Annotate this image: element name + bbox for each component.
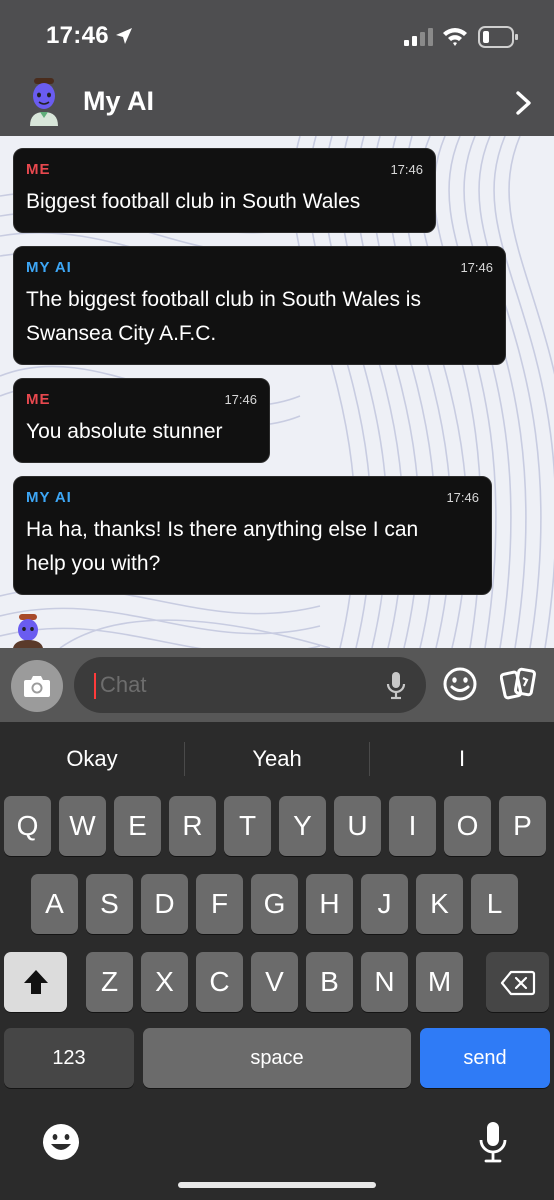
- message-sender: MY AI: [26, 259, 72, 276]
- key-p[interactable]: P: [499, 796, 546, 856]
- message-text: The biggest football club in South Wales…: [26, 283, 421, 351]
- battery-icon: [478, 26, 518, 48]
- emoji-keyboard-icon[interactable]: [41, 1122, 81, 1162]
- dictation-microphone-icon[interactable]: [478, 1120, 508, 1164]
- key-u[interactable]: U: [334, 796, 381, 856]
- message-time: 17:46: [446, 490, 479, 505]
- message-time: 17:46: [224, 392, 257, 407]
- message-line: help you with?: [26, 552, 161, 575]
- chevron-right-icon[interactable]: [512, 90, 534, 116]
- home-indicator[interactable]: [178, 1182, 376, 1188]
- key-f[interactable]: F: [196, 874, 243, 934]
- text-caret: [94, 673, 96, 699]
- key-t[interactable]: T: [224, 796, 271, 856]
- key-m[interactable]: M: [416, 952, 463, 1012]
- key-b[interactable]: B: [306, 952, 353, 1012]
- chat-input-bar: Chat: [0, 648, 554, 722]
- message-line: Biggest football club in South Wales: [26, 190, 361, 213]
- key-e[interactable]: E: [114, 796, 161, 856]
- key-o[interactable]: O: [444, 796, 491, 856]
- key-y[interactable]: Y: [279, 796, 326, 856]
- suggestion-1[interactable]: Okay: [0, 746, 184, 772]
- message-time: 17:46: [390, 162, 423, 177]
- location-arrow-icon: [116, 28, 132, 44]
- key-w[interactable]: W: [59, 796, 106, 856]
- space-key[interactable]: space: [143, 1028, 411, 1088]
- suggestion-3[interactable]: I: [370, 746, 554, 772]
- top-bar: 17:46 My AI: [0, 0, 554, 136]
- message-line: You absolute stunner: [26, 420, 223, 443]
- send-key[interactable]: send: [420, 1028, 550, 1088]
- key-c[interactable]: C: [196, 952, 243, 1012]
- backspace-icon: [500, 970, 536, 996]
- message-text: Biggest football club in South Wales: [26, 185, 360, 219]
- message-bubble[interactable]: MY AI 17:46 The biggest football club in…: [13, 246, 506, 365]
- keyboard: Okay Yeah I Q W E R T Y U I O P A S D F …: [0, 722, 554, 1200]
- delete-key[interactable]: [486, 952, 549, 1012]
- message-time: 17:46: [460, 260, 493, 275]
- camera-button[interactable]: [11, 660, 63, 712]
- shift-key[interactable]: [4, 952, 67, 1012]
- message-sender: MY AI: [26, 489, 72, 506]
- page-title: My AI: [83, 86, 155, 116]
- key-v[interactable]: V: [251, 952, 298, 1012]
- message-bubble[interactable]: MY AI 17:46 Ha ha, thanks! Is there anyt…: [13, 476, 492, 595]
- key-d[interactable]: D: [141, 874, 188, 934]
- wifi-icon: [443, 28, 467, 46]
- message-text: Ha ha, thanks! Is there anything else I …: [26, 513, 418, 581]
- message-sender: ME: [26, 161, 51, 178]
- key-h[interactable]: H: [306, 874, 353, 934]
- chat-header: My AI: [0, 72, 554, 136]
- key-j[interactable]: J: [361, 874, 408, 934]
- message-bubble[interactable]: ME 17:46 You absolute stunner: [13, 378, 270, 463]
- bitmoji-avatar-icon[interactable]: [26, 78, 62, 126]
- shift-arrow-icon: [24, 970, 48, 994]
- numbers-key[interactable]: 123: [4, 1028, 134, 1088]
- status-bar: 17:46: [0, 0, 554, 72]
- message-line: Ha ha, thanks! Is there anything else I …: [26, 518, 419, 541]
- chat-input[interactable]: Chat: [74, 657, 426, 713]
- key-i[interactable]: I: [389, 796, 436, 856]
- key-r[interactable]: R: [169, 796, 216, 856]
- microphone-icon[interactable]: [386, 671, 406, 701]
- sticker-smiley-icon[interactable]: [442, 666, 478, 702]
- key-n[interactable]: N: [361, 952, 408, 1012]
- key-z[interactable]: Z: [86, 952, 133, 1012]
- key-g[interactable]: G: [251, 874, 298, 934]
- key-k[interactable]: K: [416, 874, 463, 934]
- message-bubble[interactable]: ME 17:46 Biggest football club in South …: [13, 148, 436, 233]
- key-q[interactable]: Q: [4, 796, 51, 856]
- cellular-signal-icon: [404, 28, 433, 46]
- chat-placeholder: Chat: [100, 672, 147, 697]
- key-l[interactable]: L: [471, 874, 518, 934]
- message-line: Swansea City A.F.C.: [26, 322, 217, 345]
- suggestion-2[interactable]: Yeah: [185, 746, 369, 772]
- cards-icon[interactable]: [500, 666, 538, 702]
- key-a[interactable]: A: [31, 874, 78, 934]
- bitmoji-peek-icon: [13, 614, 43, 648]
- key-x[interactable]: X: [141, 952, 188, 1012]
- message-line: The biggest football club in South Wales…: [26, 288, 421, 311]
- message-sender: ME: [26, 391, 51, 408]
- message-text: You absolute stunner: [26, 415, 223, 449]
- status-time: 17:46: [46, 22, 109, 49]
- key-s[interactable]: S: [86, 874, 133, 934]
- chat-thread[interactable]: ME 17:46 Biggest football club in South …: [0, 136, 554, 648]
- camera-icon: [24, 676, 50, 697]
